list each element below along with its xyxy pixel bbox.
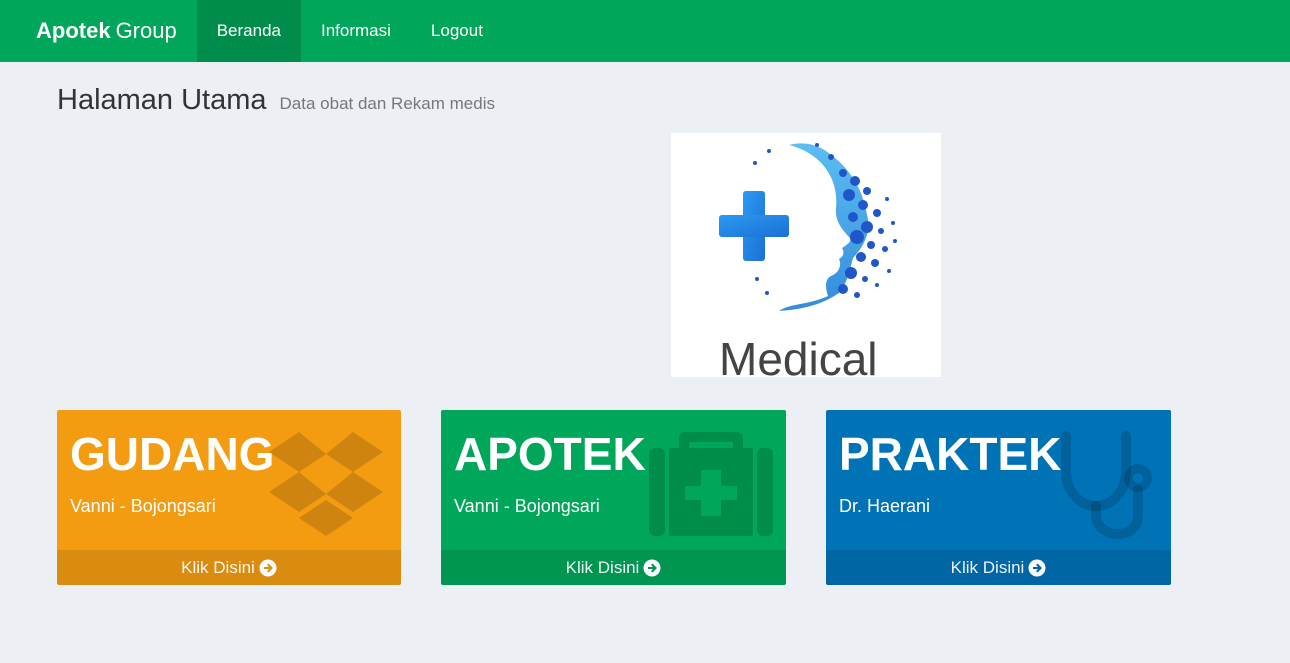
box-footer-link[interactable]: Klik Disini bbox=[57, 550, 401, 585]
page-header: Halaman Utama Data obat dan Rekam medis bbox=[57, 84, 495, 117]
box-footer-link[interactable]: Klik Disini bbox=[441, 550, 786, 585]
nav-item-label: Beranda bbox=[216, 21, 281, 40]
page-title: Halaman Utama bbox=[57, 84, 267, 116]
arrow-circle-right-icon bbox=[643, 559, 661, 577]
nav-item-informasi[interactable]: Informasi bbox=[301, 0, 411, 62]
brand-logo[interactable]: Apotek Group bbox=[0, 0, 197, 62]
footer-label: Klik Disini bbox=[565, 557, 640, 577]
brand-light-text: Group bbox=[115, 18, 177, 43]
nav-item-beranda[interactable]: Beranda bbox=[196, 0, 301, 62]
arrow-circle-right-icon bbox=[259, 559, 277, 577]
gudang-box: GUDANG Vanni - Bojongsari Klik Disini bbox=[57, 410, 401, 585]
box-footer-link[interactable]: Klik Disini bbox=[826, 550, 1171, 585]
box-subtitle: Vanni - Bojongsari bbox=[70, 496, 216, 516]
page-subtitle: Data obat dan Rekam medis bbox=[279, 94, 495, 113]
praktek-box: PRAKTEK Dr. Haerani Klik Disini bbox=[826, 410, 1171, 585]
box-subtitle: Dr. Haerani bbox=[839, 496, 931, 516]
brand-bold-text: Apotek bbox=[36, 18, 111, 43]
nav-item-label: Logout bbox=[430, 21, 483, 40]
stethoscope-icon bbox=[1058, 430, 1158, 545]
top-navbar: Apotek Group Beranda Informasi Logout bbox=[0, 0, 1290, 62]
box-title: PRAKTEK bbox=[839, 428, 1062, 480]
box-subtitle: Vanni - Bojongsari bbox=[454, 496, 600, 516]
apotek-box: APOTEK Vanni - Bojongsari Klik Disini bbox=[441, 410, 786, 585]
medkit-icon bbox=[649, 432, 773, 541]
dropbox-icon bbox=[269, 432, 383, 541]
nav-item-logout[interactable]: Logout bbox=[411, 0, 503, 62]
nav-item-label: Informasi bbox=[321, 21, 391, 40]
footer-label: Klik Disini bbox=[181, 557, 255, 577]
box-title: APOTEK bbox=[454, 428, 646, 480]
arrow-circle-right-icon bbox=[1028, 559, 1046, 577]
footer-label: Klik Disini bbox=[950, 557, 1025, 577]
box-title: GUDANG bbox=[70, 428, 275, 480]
logo-text: Medical bbox=[719, 333, 878, 377]
medical-logo: Medical bbox=[671, 133, 941, 377]
